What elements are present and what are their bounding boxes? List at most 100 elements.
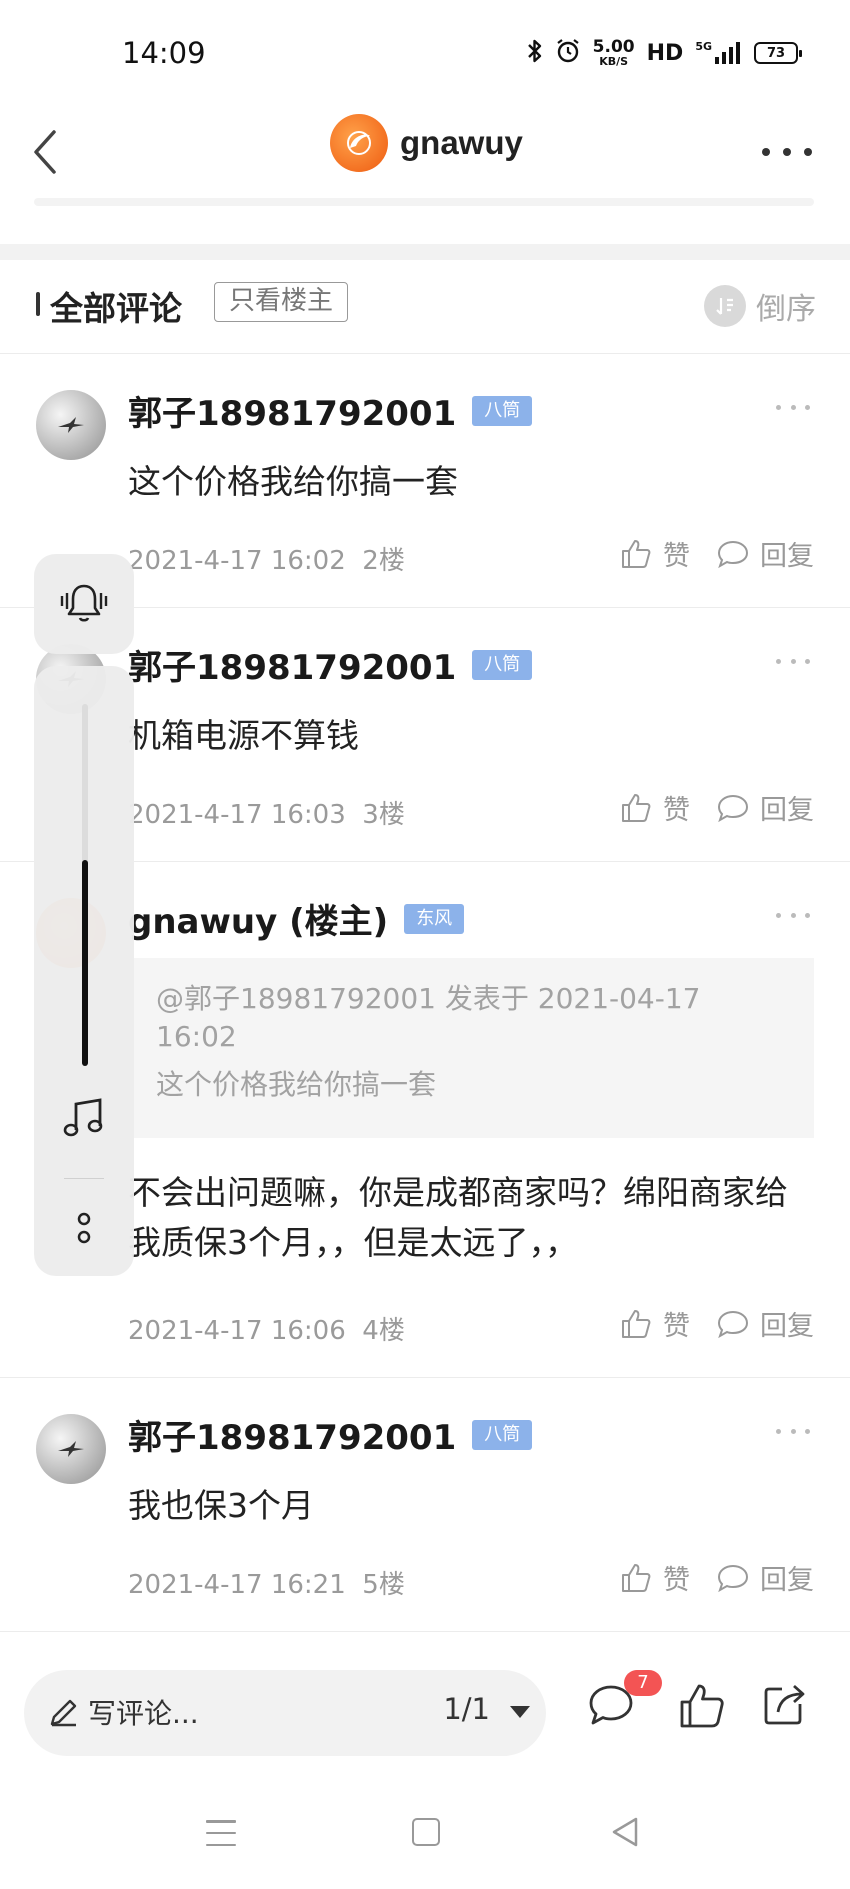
like-post-button[interactable] (676, 1680, 728, 1732)
thumb-up-icon (680, 1684, 724, 1728)
comment-text: 不会出问题嘛，你是成都商家吗？绵阳商家给我质保3个月，，但是太远了，， (128, 1173, 788, 1262)
comment-username[interactable]: 郭子18981792001 八筒 (128, 640, 533, 689)
back-nav-button[interactable] (610, 1816, 640, 1852)
comment-floor: 4楼 (362, 1316, 405, 1346)
only-op-filter-button[interactable]: 只看楼主 (214, 282, 349, 322)
share-icon (764, 1684, 805, 1725)
forum-identity[interactable]: gnawuy (330, 114, 523, 172)
thumb-up-icon (622, 1563, 651, 1592)
comments-header: 全部评论 只看楼主 倒序 (0, 260, 850, 354)
music-note-icon[interactable] (62, 1096, 106, 1142)
pencil-icon (48, 1696, 80, 1732)
status-bar: 14:09 5.00 KB/S HD 5G 73 (0, 0, 850, 110)
status-time: 14:09 (122, 36, 206, 70)
comment-count-badge: 7 (624, 1670, 662, 1696)
like-button[interactable]: 赞 (619, 1304, 690, 1343)
comment-username[interactable]: 郭子18981792001 八筒 (128, 1410, 533, 1459)
comment-actions: 赞 回复 (619, 1558, 814, 1597)
comment-text: 我也保3个月 (128, 1486, 314, 1525)
comment-floor: 2楼 (362, 546, 405, 576)
system-nav-bar (0, 1790, 850, 1889)
hd-indicator: HD (646, 40, 684, 66)
comment-meta: 2021-4-17 16:03 3楼 (128, 794, 405, 831)
page-title: gnawuy (400, 124, 523, 161)
comment-more-button[interactable] (776, 1426, 810, 1436)
comment-actions: 赞 回复 (619, 534, 814, 573)
level-badge: 八筒 (472, 395, 533, 426)
network-speed: 5.00 KB/S (592, 37, 635, 68)
sort-label: 倒序 (756, 292, 816, 327)
avatar[interactable] (36, 1414, 106, 1484)
chat-bubble-icon (717, 540, 749, 568)
status-icons: 5.00 KB/S HD 5G 73 (527, 37, 802, 68)
comment-meta: 2021-4-17 16:06 4楼 (128, 1310, 405, 1347)
volume-level[interactable] (82, 860, 88, 1066)
volume-settings-icon[interactable] (74, 1210, 94, 1246)
sort-reverse-button[interactable]: 倒序 (704, 284, 816, 328)
like-button[interactable]: 赞 (619, 788, 690, 827)
forum-avatar[interactable] (330, 114, 388, 172)
thumb-up-icon (622, 1309, 651, 1338)
ringer-toggle[interactable] (34, 554, 134, 654)
top-nav-header: gnawuy (0, 110, 850, 220)
signal-icon: 5G (695, 41, 742, 65)
comment-meta: 2021-4-17 16:02 2楼 (128, 540, 405, 577)
reply-button[interactable]: 回复 (716, 788, 814, 827)
comment-date: 2021-4-17 16:03 (128, 800, 346, 830)
avatar[interactable] (36, 390, 106, 460)
battery-icon: 73 (754, 42, 802, 64)
comment-item: 郭子18981792001 八筒 我也保3个月 2021-4-17 16:21 … (0, 1378, 850, 1632)
section-marker (36, 292, 40, 316)
bottom-action-bar: 写评论... 1/1 7 (0, 1648, 850, 1778)
reply-button[interactable]: 回复 (716, 1304, 814, 1343)
quoted-comment[interactable]: @郭子18981792001 发表于 2021-04-17 16:02 这个价格… (132, 958, 814, 1138)
back-button[interactable] (18, 120, 74, 184)
thumb-up-icon (622, 539, 651, 568)
reply-button[interactable]: 回复 (716, 534, 814, 573)
comment-text: 机箱电源不算钱 (128, 716, 359, 755)
comment-meta: 2021-4-17 16:21 5楼 (128, 1564, 405, 1601)
volume-panel (34, 666, 134, 1276)
chat-bubble-icon (717, 1564, 749, 1592)
alarm-icon (555, 38, 581, 68)
comment-more-button[interactable] (776, 656, 810, 666)
recent-apps-button[interactable] (206, 1820, 236, 1846)
write-comment-input[interactable]: 写评论... 1/1 (24, 1670, 546, 1756)
chat-bubble-icon (717, 1310, 749, 1338)
dot-icon (762, 148, 770, 156)
share-button[interactable] (760, 1678, 810, 1728)
level-badge: 东风 (404, 903, 465, 934)
home-button[interactable] (412, 1818, 440, 1846)
comment-username[interactable]: gnawuy (楼主) 东风 (128, 894, 465, 943)
comment-more-button[interactable] (776, 910, 810, 920)
all-comments-title: 全部评论 (50, 289, 182, 328)
header-divider (34, 198, 814, 206)
level-badge: 八筒 (472, 649, 533, 680)
comment-text: 这个价格我给你搞一套 (128, 462, 458, 501)
quote-text: 这个价格我给你搞一套 (156, 1068, 437, 1101)
comment-placeholder: 写评论... (88, 1697, 199, 1730)
comment-date: 2021-4-17 16:21 (128, 1570, 346, 1600)
quote-header: @郭子18981792001 发表于 2021-04-17 16:02 (156, 982, 701, 1053)
sort-icon (704, 285, 746, 327)
comment-date: 2021-4-17 16:02 (128, 546, 346, 576)
bluetooth-icon (527, 38, 543, 68)
more-options-button[interactable] (762, 132, 812, 172)
comment-username[interactable]: 郭子18981792001 八筒 (128, 386, 533, 435)
page-indicator[interactable]: 1/1 (443, 1692, 490, 1726)
like-button[interactable]: 赞 (619, 1558, 690, 1597)
dot-icon (783, 148, 791, 156)
volume-divider (64, 1178, 104, 1179)
comment-more-button[interactable] (776, 402, 810, 412)
level-badge: 八筒 (472, 1419, 533, 1450)
dot-icon (804, 148, 812, 156)
bell-icon (60, 584, 108, 622)
thumb-up-icon (622, 793, 651, 822)
chat-bubble-icon (717, 794, 749, 822)
comment-date: 2021-4-17 16:06 (128, 1316, 346, 1346)
reply-button[interactable]: 回复 (716, 1558, 814, 1597)
comment-actions: 赞 回复 (619, 788, 814, 827)
comment-floor: 3楼 (362, 800, 405, 830)
like-button[interactable]: 赞 (619, 534, 690, 573)
page-dropdown-icon[interactable] (510, 1706, 530, 1718)
